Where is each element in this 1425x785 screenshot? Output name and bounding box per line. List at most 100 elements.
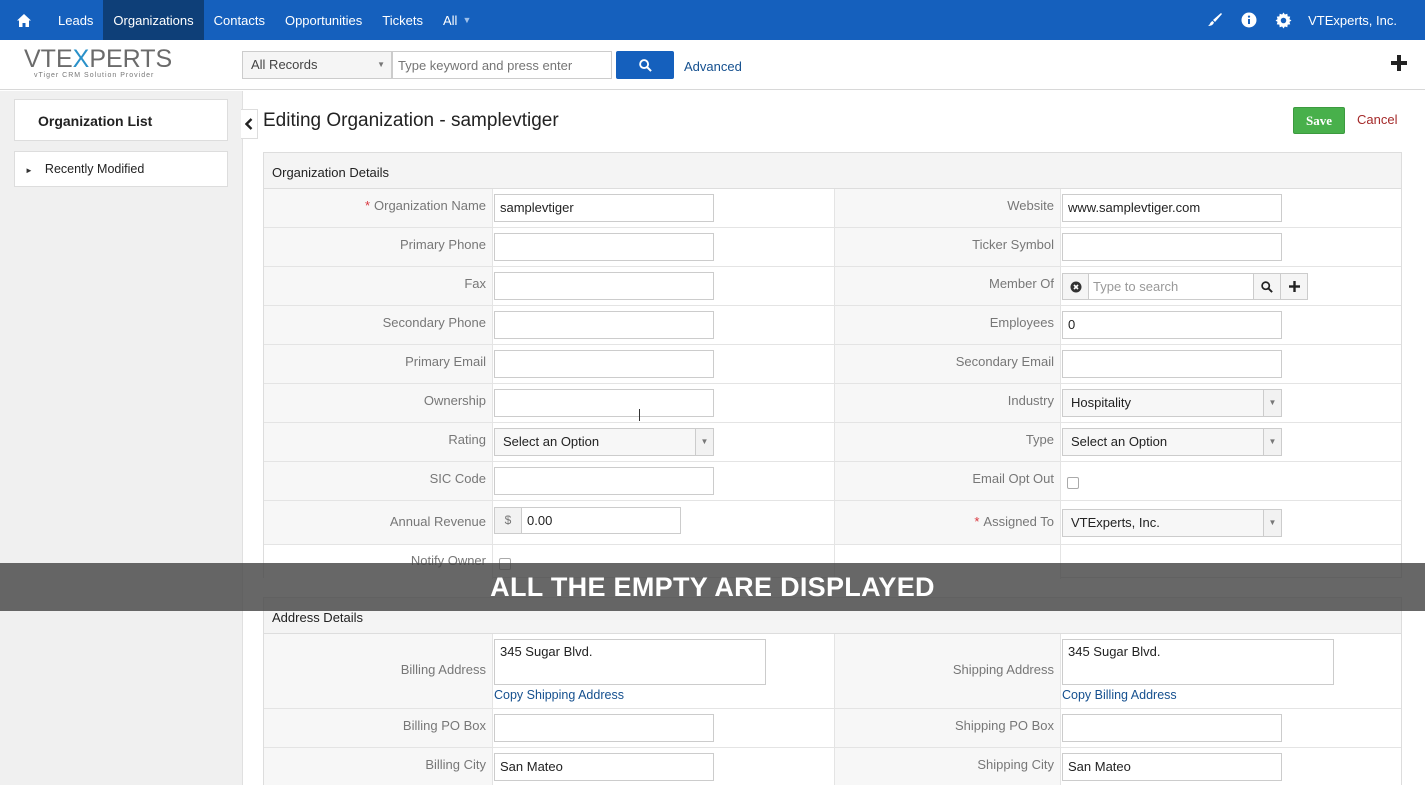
field-cell [1062, 350, 1282, 378]
field-cell [494, 233, 714, 261]
form-row: Rating Select an Option ▼ Type Select an … [264, 423, 1401, 462]
plus-icon[interactable] [1281, 273, 1308, 300]
assigned-to-label: Assigned To [983, 514, 1054, 529]
secondary-phone-input[interactable] [494, 311, 714, 339]
nav-leads[interactable]: Leads [48, 0, 103, 40]
chevron-down-icon: ▼ [1263, 510, 1281, 536]
logo-text: VTEXPERTS [24, 45, 173, 73]
field-cell [494, 389, 714, 421]
form-row: Primary Phone Ticker Symbol [264, 228, 1401, 267]
search-icon[interactable] [1254, 273, 1281, 300]
collapse-sidebar-button[interactable] [241, 109, 258, 139]
primary-email-input[interactable] [494, 350, 714, 378]
records-select[interactable]: All Records ▼ [242, 51, 392, 79]
chevron-left-icon [245, 118, 253, 130]
nav-contacts[interactable]: Contacts [204, 0, 275, 40]
ticker-symbol-label: Ticker Symbol [834, 228, 1061, 266]
field-cell: VTExperts, Inc. ▼ [1062, 509, 1282, 537]
website-input[interactable]: www.samplevtiger.com [1062, 194, 1282, 222]
billing-po-box-label: Billing PO Box [264, 709, 493, 747]
field-cell [1062, 233, 1282, 261]
clear-icon[interactable] [1062, 273, 1089, 300]
form-row: SIC Code Email Opt Out [264, 462, 1401, 501]
billing-city-label: Billing City [264, 748, 493, 785]
member-of-label: Member Of [834, 267, 1061, 305]
nav-opportunities[interactable]: Opportunities [275, 0, 372, 40]
annual-revenue-input[interactable]: 0.00 [522, 507, 681, 534]
records-select-value: All Records [251, 57, 318, 72]
billing-address-input[interactable]: 345 Sugar Blvd. [494, 639, 766, 685]
form-row: * Organization Name samplevtiger Website … [264, 189, 1401, 228]
field-cell: 0 [1062, 311, 1282, 339]
field-label: * Assigned To [834, 501, 1061, 544]
nav-organizations[interactable]: Organizations [103, 0, 204, 40]
triangle-right-icon: ► [25, 166, 33, 175]
user-menu[interactable]: VTExperts, Inc. [1300, 13, 1425, 28]
copy-billing-address-link[interactable]: Copy Billing Address [1062, 688, 1334, 702]
form-row: Annual Revenue $ 0.00 * Assigned To VTExp… [264, 501, 1401, 545]
shipping-address-input[interactable]: 345 Sugar Blvd. [1062, 639, 1334, 685]
save-button[interactable]: Save [1293, 107, 1345, 134]
employees-input[interactable]: 0 [1062, 311, 1282, 339]
currency-symbol: $ [494, 507, 522, 534]
cancel-link[interactable]: Cancel [1357, 112, 1397, 127]
advanced-search-link[interactable]: Advanced [684, 59, 742, 74]
field-cell [494, 311, 714, 339]
shipping-po-box-input[interactable] [1062, 714, 1282, 742]
chevron-down-icon: ▼ [1263, 429, 1281, 455]
assigned-to-select[interactable]: VTExperts, Inc. ▼ [1062, 509, 1282, 537]
website-label: Website [834, 189, 1061, 227]
nav-tickets[interactable]: Tickets [372, 0, 433, 40]
sic-code-input[interactable] [494, 467, 714, 495]
field-cell: Hospitality ▼ [1062, 389, 1282, 417]
block-heading: Organization Details [264, 153, 1401, 189]
member-of-input[interactable]: Type to search [1089, 273, 1254, 300]
member-of-field: Type to search [1062, 273, 1308, 300]
search-icon [638, 58, 652, 72]
field-cell [494, 467, 714, 495]
email-opt-out-checkbox[interactable] [1067, 477, 1079, 489]
chevron-down-icon: ▼ [695, 429, 713, 455]
assigned-to-value: VTExperts, Inc. [1071, 515, 1160, 530]
field-cell: San Mateo [1062, 753, 1282, 781]
billing-city-input[interactable]: San Mateo [494, 753, 714, 781]
shipping-city-input[interactable]: San Mateo [1062, 753, 1282, 781]
billing-po-box-input[interactable] [494, 714, 714, 742]
ownership-label: Ownership [264, 384, 493, 422]
type-select[interactable]: Select an Option ▼ [1062, 428, 1282, 456]
secondary-email-input[interactable] [1062, 350, 1282, 378]
home-icon[interactable] [0, 0, 48, 40]
ticker-symbol-input[interactable] [1062, 233, 1282, 261]
field-cell: www.samplevtiger.com [1062, 194, 1282, 222]
search-button[interactable] [616, 51, 674, 79]
field-cell [494, 350, 714, 378]
sic-code-label: SIC Code [264, 462, 493, 500]
brush-icon[interactable] [1198, 0, 1232, 40]
primary-phone-input[interactable] [494, 233, 714, 261]
field-cell [494, 272, 714, 300]
field-cell [1067, 477, 1079, 489]
form-row: Billing Address 345 Sugar Blvd. Copy Shi… [264, 634, 1401, 709]
gear-icon[interactable] [1266, 0, 1300, 40]
organization-name-input[interactable]: samplevtiger [494, 194, 714, 222]
search-input[interactable] [392, 51, 612, 79]
organization-name-label: Organization Name [374, 198, 486, 213]
copy-shipping-address-link[interactable]: Copy Shipping Address [494, 688, 766, 702]
add-record-icon[interactable] [1388, 52, 1410, 74]
nav-all[interactable]: All ▼ [433, 0, 481, 40]
field-cell [494, 714, 714, 742]
sidebar-title[interactable]: Organization List [14, 99, 228, 141]
text-cursor [639, 409, 640, 421]
ownership-input[interactable] [494, 389, 714, 421]
field-cell: San Mateo [494, 753, 714, 781]
primary-phone-label: Primary Phone [264, 228, 493, 266]
sidebar-item-recently-modified[interactable]: ► Recently Modified [14, 151, 228, 187]
rating-select[interactable]: Select an Option ▼ [494, 428, 714, 456]
info-icon[interactable] [1232, 0, 1266, 40]
email-opt-out-label: Email Opt Out [834, 462, 1061, 500]
industry-select[interactable]: Hospitality ▼ [1062, 389, 1282, 417]
shipping-po-box-label: Shipping PO Box [834, 709, 1061, 747]
billing-address-label: Billing Address [264, 634, 493, 708]
fax-input[interactable] [494, 272, 714, 300]
form-row: Ownership Industry Hospitality ▼ [264, 384, 1401, 423]
